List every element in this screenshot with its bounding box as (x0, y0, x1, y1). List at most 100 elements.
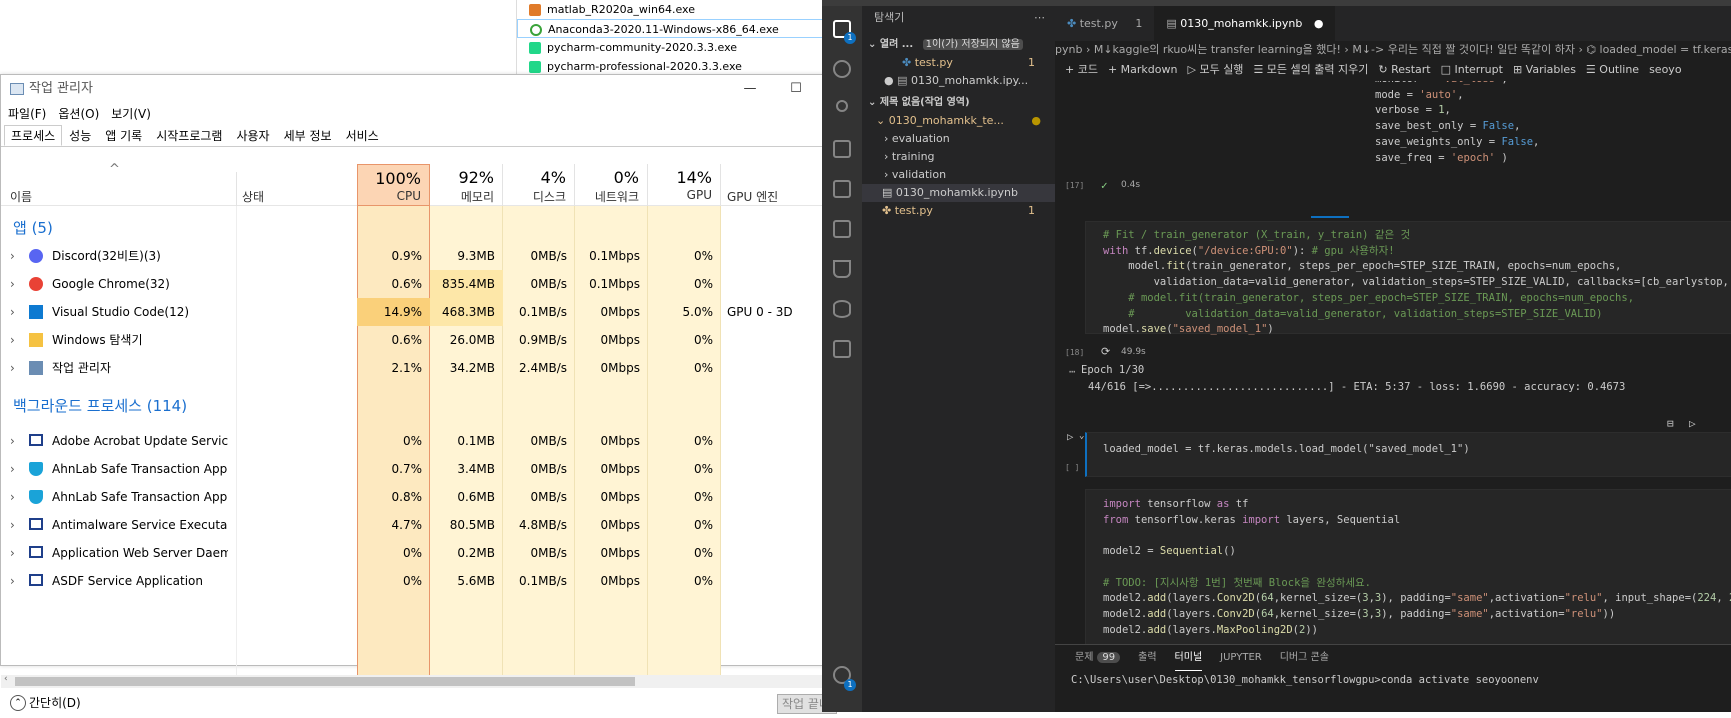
expand-chevron-icon[interactable]: › (10, 483, 15, 511)
tab-notebook[interactable]: ▤ 0130_mohamkk.ipynb ● (1154, 6, 1336, 41)
process-row[interactable]: › Discord(32비트)(3) 0.9% 9.3MB 0MB/s 0.1Mbps 0% (1, 242, 825, 270)
memory-column-header[interactable]: 92% 메모리 (430, 164, 503, 206)
breadcrumb[interactable]: pynb › M↓kaggle의 rkuo씨는 transfer learnin… (1055, 41, 1731, 59)
maximize-button[interactable]: ☐ (773, 75, 819, 103)
tree-item[interactable]: ✤ test.py 1 (862, 202, 1055, 220)
process-row[interactable]: › Windows 탐색기 0.6% 26.0MB 0.9MB/s 0Mbps 0% (1, 326, 825, 354)
folder-root[interactable]: ⌄ 0130_mohamkk_te... ● (862, 112, 1055, 130)
tree-item[interactable]: ▤ 0130_mohamkk.ipynb (862, 184, 1055, 202)
dirty-dot-icon[interactable]: ● (1314, 17, 1324, 30)
matlab-icon (529, 4, 541, 16)
apps-group-header[interactable]: 앱 (5) (13, 214, 53, 242)
scrollbar-thumb[interactable] (15, 677, 635, 686)
tree-item[interactable]: › validation (862, 166, 1055, 184)
scroll-left-icon[interactable]: ‹ (4, 674, 8, 684)
expand-chevron-icon[interactable]: › (10, 567, 15, 595)
output-more-icon[interactable]: ⋯ (1069, 366, 1075, 378)
cpu-column-header[interactable]: 100% CPU (357, 164, 430, 206)
tab-3[interactable]: 시작프로그램 (149, 125, 229, 146)
expand-chevron-icon[interactable]: › (10, 539, 15, 567)
open-editor-test-py[interactable]: ✤ test.py 1 (862, 54, 1055, 72)
menu-item[interactable]: 파일(F) (8, 107, 46, 121)
chevron-up-icon[interactable]: ⌃ (10, 695, 26, 711)
toolbar-button[interactable]: ☰ 모든 셀의 출력 지우기 (1253, 63, 1368, 76)
tree-item[interactable]: › training (862, 148, 1055, 166)
disk-column-header[interactable]: 4% 디스크 (503, 164, 575, 206)
tab-6[interactable]: 서비스 (339, 125, 386, 146)
file-item[interactable]: pycharm-community-2020.3.3.exe (517, 38, 826, 57)
expand-chevron-icon[interactable]: › (10, 298, 15, 326)
terminal-line[interactable]: C:\Users\user\Desktop\0130_mohamkk_tenso… (1055, 671, 1731, 689)
remote-explorer-icon[interactable] (833, 220, 851, 238)
expand-chevron-icon[interactable]: › (10, 427, 15, 455)
fewer-details-link[interactable]: 간단히(D) (29, 696, 81, 710)
testing-icon[interactable] (833, 260, 851, 278)
tab-4[interactable]: 사용자 (229, 125, 276, 146)
process-row[interactable]: › Google Chrome(32) 0.6% 835.4MB 0MB/s 0.1Mbp… (1, 270, 825, 298)
tab-output[interactable]: 출력 (1138, 645, 1156, 671)
process-row[interactable]: › Visual Studio Code(12) 14.9% 468.3MB 0.1MB… (1, 298, 825, 326)
network-total: 0% (613, 168, 639, 187)
run-below-icon[interactable]: ▷ (1689, 417, 1696, 430)
open-editors-section[interactable]: ⌄ 열려 ... 1이(가) 저장되지 않음 (862, 36, 1055, 54)
horizontal-scrollbar[interactable]: ‹ (1, 674, 825, 688)
anaconda-icon (530, 24, 542, 36)
expand-chevron-icon[interactable]: › (10, 354, 15, 382)
file-item[interactable]: Anaconda3-2020.11-Windows-x86_64.exe (517, 19, 826, 38)
process-row[interactable]: › AhnLab Safe Transaction Appli... 0.7% 3.4… (1, 455, 825, 483)
menu-item[interactable]: 보기(V) (111, 107, 151, 121)
dirty-dot-icon[interactable]: ● (884, 74, 897, 87)
process-row[interactable]: › Antimalware Service Executable 4.7% 80.5M… (1, 511, 825, 539)
tree-item[interactable]: › evaluation (862, 130, 1055, 148)
open-editor-notebook[interactable]: ● ▤ 0130_mohamkk.ipy... (862, 72, 1055, 90)
expand-chevron-icon[interactable]: › (10, 270, 15, 298)
gpu-engine-column-header[interactable]: GPU 엔진 (727, 188, 778, 205)
toolbar-button[interactable]: ☰ Outline (1586, 63, 1639, 76)
database-icon[interactable] (833, 300, 851, 318)
title-bar[interactable]: 작업 관리자 — ☐ (1, 75, 825, 103)
tab-1[interactable]: 성능 (62, 125, 98, 146)
expand-chevron-icon[interactable]: › (10, 455, 15, 483)
background-group-header[interactable]: 백그라운드 프로세스 (114) (13, 392, 187, 420)
toolbar-button[interactable]: ⊞ Variables (1513, 63, 1576, 76)
tab-debug-console[interactable]: 디버그 콘솔 (1280, 645, 1329, 671)
toolbar-button[interactable]: + 코드 (1065, 63, 1098, 76)
process-row[interactable]: › ASDF Service Application 0% 5.6MB 0.1MB/s 0… (1, 567, 825, 595)
more-actions-icon[interactable]: ⋯ (1034, 6, 1045, 30)
process-row[interactable]: › Application Web Server Daemo... 0% 0.2MB 0… (1, 539, 825, 567)
toolbar-button[interactable]: □ Interrupt (1441, 63, 1503, 76)
toolbar-button[interactable]: + Markdown (1108, 63, 1178, 76)
menu-item[interactable]: 옵션(O) (58, 107, 99, 121)
file-item[interactable]: matlab_R2020a_win64.exe (517, 0, 826, 19)
network-column-header[interactable]: 0% 네트워크 (575, 164, 648, 206)
minimize-button[interactable]: — (727, 75, 773, 103)
tab-test-py[interactable]: ✤ test.py 1 (1055, 6, 1154, 41)
run-cell-icon[interactable]: ▷ (1067, 431, 1073, 443)
tab-terminal[interactable]: 터미널 (1174, 645, 1203, 671)
search-icon[interactable] (833, 60, 851, 78)
toolbar-button[interactable]: ↻ Restart (1378, 63, 1430, 76)
status-column-header[interactable]: 상태 (242, 188, 264, 205)
tab-problems[interactable]: 문제 99 (1075, 645, 1121, 671)
toolbar-button[interactable]: ▷ 모두 실행 (1188, 63, 1244, 76)
process-row[interactable]: › AhnLab Safe Transaction Appli... 0.8% 0.6… (1, 483, 825, 511)
run-above-icon[interactable]: ⊟ (1667, 417, 1674, 430)
expand-chevron-icon[interactable]: › (10, 326, 15, 354)
tab-5[interactable]: 세부 정보 (277, 125, 339, 146)
expand-chevron-icon[interactable]: › (10, 242, 15, 270)
run-debug-icon[interactable] (833, 140, 851, 158)
tab-2[interactable]: 앱 기록 (98, 125, 149, 146)
process-row[interactable]: › 작업 관리자 2.1% 34.2MB 2.4MB/s 0Mbps 0% (1, 354, 825, 382)
gpu-column-header[interactable]: 14% GPU (648, 164, 721, 206)
expand-chevron-icon[interactable]: › (10, 511, 15, 539)
workspace-section[interactable]: ⌄ 제목 없음(작업 영역) (862, 94, 1055, 112)
extensions-icon[interactable] (833, 180, 851, 198)
toolbar-button[interactable]: seoyo (1649, 63, 1681, 76)
process-row[interactable]: › Adobe Acrobat Update Service(... 0% 0.1MB… (1, 427, 825, 455)
docker-icon[interactable] (833, 340, 851, 358)
source-control-icon[interactable] (836, 100, 848, 112)
chevron-down-icon[interactable]: ⌄ (1079, 431, 1084, 441)
tab-jupyter[interactable]: JUPYTER (1220, 645, 1262, 671)
name-column-header[interactable]: 이름 (10, 188, 32, 205)
tab-0[interactable]: 프로세스 (4, 125, 63, 146)
